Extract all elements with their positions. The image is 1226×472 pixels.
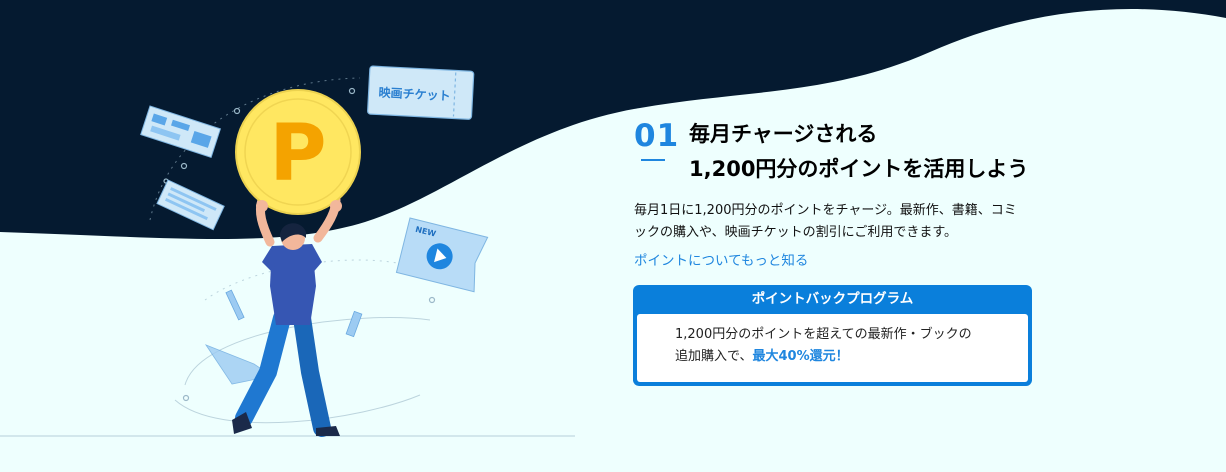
- point-back-line-1: 1,200円分のポイントを超えての最新作・ブックの: [675, 327, 972, 342]
- point-back-line-2-prefix: 追加購入で、: [675, 349, 753, 364]
- learn-more-link[interactable]: ポイントについてもっと知る: [634, 249, 808, 269]
- headline-line-2: 1,200円分のポイントを活用しよう: [689, 157, 1029, 181]
- point-back-highlight: 最大40%還元！: [752, 349, 849, 364]
- left-hand: [256, 200, 268, 212]
- point-back-title: ポイントバックプログラム: [751, 291, 914, 307]
- feature-description: 毎月1日に1,200円分のポイントをチャージ。最新作、書籍、コミックの購入や、映…: [634, 203, 1017, 240]
- magazine-page-icon: [140, 105, 222, 159]
- new-flag-icon: NEW: [395, 217, 489, 293]
- feature-section: 映画チケット NEW P 01 毎月チャージされる 1,200円分のポイントを活…: [0, 0, 1226, 472]
- step-number-underline: [641, 159, 665, 161]
- movie-ticket-icon: 映画チケット: [367, 65, 475, 120]
- point-back-box: ポイントバックプログラム 1,200円分のポイントを超えての最新作・ブックの 追…: [633, 285, 1032, 386]
- point-back-body: 1,200円分のポイントを超えての最新作・ブックの 追加購入で、最大40%還元！: [637, 314, 1028, 382]
- point-back-line-2: 追加購入で、最大40%還元！: [675, 346, 1028, 368]
- coin-icon: P: [235, 89, 361, 215]
- magazine-page-icon: [156, 179, 225, 231]
- person-figure: [232, 195, 341, 437]
- right-hand: [330, 200, 342, 212]
- step-number: 01: [634, 118, 680, 154]
- coin-letter: P: [269, 109, 326, 199]
- headline-line-1: 毎月チャージされる: [689, 122, 878, 146]
- hero-illustration: 映画チケット NEW P: [0, 65, 575, 437]
